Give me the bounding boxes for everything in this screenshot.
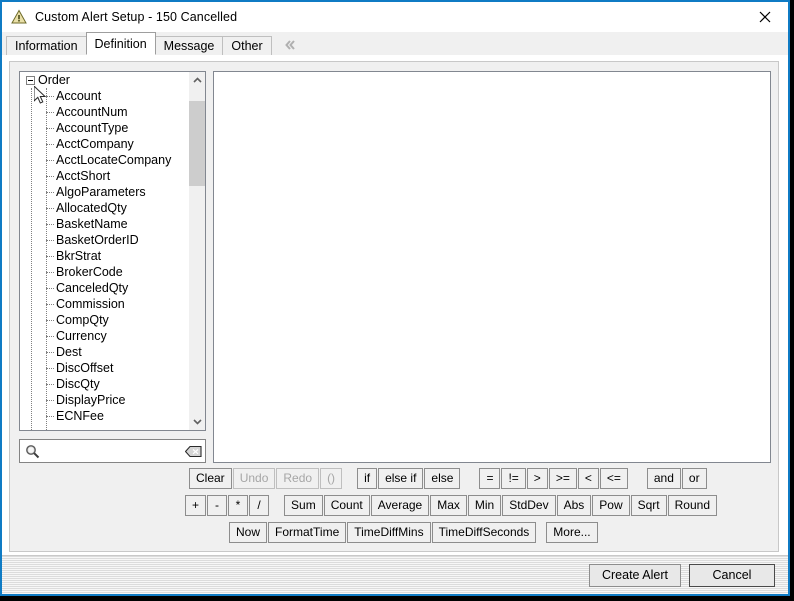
backspace-clear-icon[interactable] (181, 445, 205, 458)
function-button[interactable]: TimeDiffMins (347, 521, 431, 543)
function-button: Redo (276, 467, 320, 489)
tab-definition[interactable]: Definition (85, 32, 156, 55)
definition-panel: Order Account AccountNum AccountType AcctCo… (9, 61, 779, 552)
tree-item[interactable]: CompQty (20, 312, 188, 328)
tree-item[interactable]: BkrStrat (20, 248, 188, 264)
field-tree-items: Order Account AccountNum AccountType AcctCo… (20, 72, 188, 430)
function-button[interactable]: Abs (556, 494, 592, 516)
function-button[interactable]: != (501, 467, 526, 489)
time-button-row: Now FormatTime TimeDiffMins TimeDiffSeconds… (10, 520, 778, 544)
tree-item[interactable]: BasketName (20, 216, 188, 232)
tree-item[interactable]: Account (20, 88, 188, 104)
tree-node-order-label: Order (38, 73, 70, 87)
tree-item[interactable]: AcctLocateCompany (20, 152, 188, 168)
cancel-button[interactable]: Cancel (689, 563, 775, 587)
dialog-footer: Create Alert Cancel (2, 555, 788, 594)
double-chevron-left-icon[interactable] (281, 36, 299, 54)
tree-item[interactable]: Currency (20, 328, 188, 344)
function-button[interactable]: FormatTime (268, 521, 347, 543)
function-button[interactable]: or (681, 467, 707, 489)
function-button[interactable]: * (228, 494, 249, 516)
chevron-down-icon[interactable] (189, 413, 205, 430)
tree-item[interactable]: DiscOffset (20, 360, 188, 376)
function-button[interactable]: StdDev (502, 494, 556, 516)
function-button[interactable]: Sqrt (630, 494, 667, 516)
tree-item[interactable]: Dest (20, 344, 188, 360)
tree-item[interactable]: ECNFee (20, 408, 188, 424)
function-button: () (320, 467, 343, 489)
function-button-rows: Clear Undo Redo() if else if else = != > >= < <= and… (10, 466, 778, 547)
function-button[interactable]: Sum (284, 494, 323, 516)
window-title: Custom Alert Setup - 150 Cancelled (35, 10, 238, 24)
minus-box-icon[interactable] (26, 76, 35, 86)
create-alert-button[interactable]: Create Alert (588, 563, 681, 587)
tab-information[interactable]: Information (6, 36, 87, 55)
function-button[interactable]: Round (667, 494, 718, 516)
function-button[interactable]: Max (430, 494, 467, 516)
function-button[interactable]: Clear (189, 467, 232, 489)
function-button[interactable]: Now (229, 521, 268, 543)
tree-scrollbar[interactable] (188, 72, 205, 430)
chevron-up-icon[interactable] (189, 72, 205, 89)
tab-other[interactable]: Other (222, 36, 272, 55)
formula-editor[interactable] (213, 71, 771, 463)
field-tree[interactable]: Order Account AccountNum AccountType AcctCo… (19, 71, 206, 431)
custom-alert-setup-window: Custom Alert Setup - 150 Cancelled Infor… (0, 0, 790, 596)
tree-item[interactable]: AccountNum (20, 104, 188, 120)
function-button[interactable]: Average (370, 494, 430, 516)
function-button[interactable]: + (185, 494, 207, 516)
function-button[interactable]: - (207, 494, 228, 516)
function-button[interactable]: if (357, 467, 378, 489)
tree-item[interactable]: AcctCompany (20, 136, 188, 152)
tree-node-order[interactable]: Order (20, 72, 188, 88)
warning-triangle-icon (11, 9, 27, 25)
tree-item[interactable]: BasketOrderID (20, 232, 188, 248)
function-button[interactable]: Pow (592, 494, 630, 516)
tree-item[interactable]: AccountType (20, 120, 188, 136)
tree-item[interactable]: Commission (20, 296, 188, 312)
close-icon[interactable] (742, 2, 788, 31)
tree-item[interactable]: DisplayPrice (20, 392, 188, 408)
function-button[interactable]: / (249, 494, 270, 516)
function-button[interactable]: TimeDiffSeconds (431, 521, 537, 543)
tree-item[interactable]: CanceledQty (20, 280, 188, 296)
function-button[interactable]: Min (467, 494, 502, 516)
function-button: Undo (232, 467, 276, 489)
tree-item[interactable]: DiscQty (20, 376, 188, 392)
tree-item[interactable]: AlgoParameters (20, 184, 188, 200)
operator-button-row: Clear Undo Redo() if else if else = != > >= < <= and… (10, 466, 778, 490)
function-button[interactable]: and (646, 467, 681, 489)
tree-item[interactable]: AllocatedQty (20, 200, 188, 216)
function-button[interactable]: <= (599, 467, 628, 489)
function-button[interactable]: else (424, 467, 461, 489)
tree-item[interactable]: AcctShort (20, 168, 188, 184)
function-button[interactable]: else if (378, 467, 424, 489)
tree-children: Account AccountNum AccountType AcctCompany A… (20, 88, 188, 424)
tab-message[interactable]: Message (154, 36, 224, 55)
tree-scrollbar-thumb[interactable] (189, 101, 205, 186)
function-button[interactable]: < (577, 467, 599, 489)
function-button[interactable]: = (479, 467, 501, 489)
tree-item[interactable]: BrokerCode (20, 264, 188, 280)
search-icon (20, 444, 44, 459)
search-input[interactable] (44, 444, 181, 458)
search-box[interactable] (19, 439, 206, 463)
function-button[interactable]: >= (548, 467, 577, 489)
tab-bar: Information Definition Message Other (2, 32, 788, 55)
function-button[interactable]: > (526, 467, 548, 489)
title-bar: Custom Alert Setup - 150 Cancelled (2, 2, 788, 32)
function-button[interactable]: Count (323, 494, 370, 516)
function-button[interactable]: More... (546, 521, 598, 543)
client-area: Order Account AccountNum AccountType AcctCo… (2, 54, 788, 594)
math-button-row: + - * / Sum Count Average Max Min StdDev Abs Pow Sqr… (10, 493, 778, 517)
